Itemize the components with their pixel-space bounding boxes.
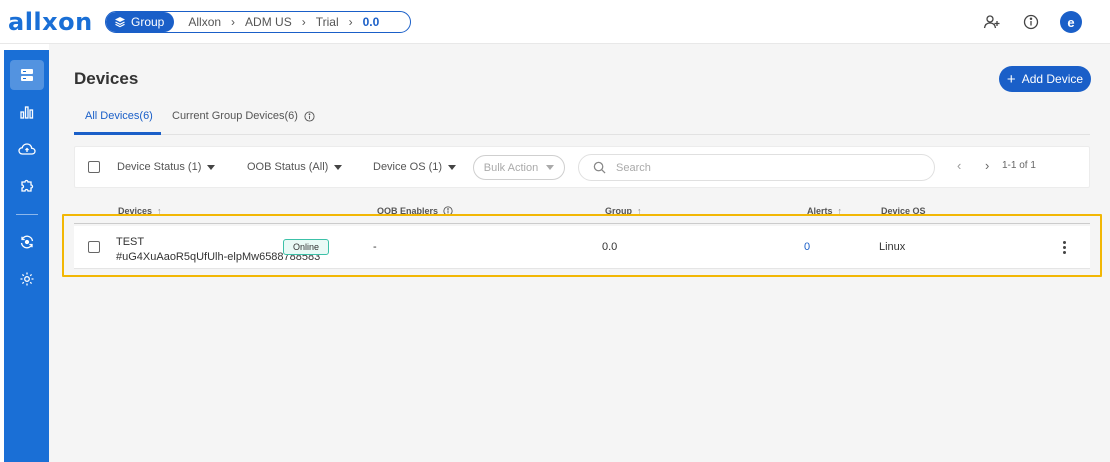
cloud-icon bbox=[17, 143, 36, 155]
sidebar-item-cloud[interactable] bbox=[4, 134, 49, 164]
puzzle-icon bbox=[20, 179, 33, 192]
status-badge: Online bbox=[283, 239, 330, 255]
bulk-action-button[interactable]: Bulk Action bbox=[473, 155, 565, 180]
chevron-right-icon: › bbox=[301, 15, 306, 29]
search-icon bbox=[593, 161, 606, 174]
filter-bar: Device Status (1) OOB Status (All) Devic… bbox=[74, 146, 1090, 188]
column-group[interactable]: Group ↑ bbox=[605, 206, 642, 216]
user-avatar[interactable]: e bbox=[1060, 11, 1082, 33]
breadcrumb-group-label: Group bbox=[131, 15, 165, 29]
sort-arrow-up-icon[interactable]: ↑ bbox=[838, 206, 843, 216]
column-devices[interactable]: Devices ↑ bbox=[118, 206, 162, 216]
device-status-label: Device Status (1) bbox=[117, 161, 202, 173]
sync-icon bbox=[20, 235, 33, 249]
column-alerts-label: Alerts bbox=[807, 206, 833, 216]
breadcrumb-item-trial[interactable]: Trial bbox=[310, 15, 345, 29]
prev-page-icon[interactable]: ‹ bbox=[957, 158, 961, 173]
tab-current-group-devices[interactable]: Current Group Devices(6) bbox=[172, 110, 315, 122]
active-tab-indicator bbox=[74, 132, 161, 135]
column-oob-enablers: OOB Enablers bbox=[377, 206, 453, 216]
device-os-label: Device OS (1) bbox=[373, 161, 443, 173]
search-input[interactable]: Search bbox=[616, 162, 651, 174]
device-tabs: All Devices(6) Current Group Devices(6) bbox=[74, 104, 1090, 135]
allxon-logo[interactable]: allxon bbox=[8, 8, 93, 36]
tab-current-group-label: Current Group Devices(6) bbox=[172, 110, 298, 122]
gear-icon bbox=[20, 272, 33, 286]
tab-all-devices[interactable]: All Devices(6) bbox=[85, 110, 153, 122]
chevron-right-icon: › bbox=[231, 15, 236, 29]
oob-status-label: OOB Status (All) bbox=[247, 161, 329, 173]
add-device-button[interactable]: + Add Device bbox=[999, 66, 1091, 92]
caret-down-icon bbox=[448, 164, 457, 170]
search-field[interactable]: Search bbox=[578, 154, 935, 181]
caret-down-icon bbox=[207, 164, 216, 170]
more-options-icon[interactable] bbox=[1063, 241, 1067, 254]
bar-chart-icon bbox=[19, 106, 33, 119]
row-checkbox[interactable] bbox=[88, 241, 100, 253]
sidebar-item-devices[interactable] bbox=[4, 60, 49, 90]
bulk-action-label: Bulk Action bbox=[483, 161, 539, 174]
sort-arrow-up-icon[interactable]: ↑ bbox=[637, 206, 642, 216]
breadcrumb-item-allxon[interactable]: Allxon bbox=[174, 15, 227, 29]
devices-icon bbox=[20, 69, 33, 81]
main-content: Devices + Add Device All Devices(6) Curr… bbox=[49, 44, 1110, 462]
group-value: 0.0 bbox=[602, 241, 618, 253]
add-user-icon[interactable] bbox=[982, 12, 1002, 32]
device-os-filter[interactable]: Device OS (1) bbox=[373, 161, 457, 173]
layers-icon bbox=[115, 17, 125, 28]
caret-down-icon bbox=[546, 165, 555, 170]
column-device-os-label: Device OS bbox=[881, 206, 926, 216]
table-header: Devices ↑ OOB Enablers Group ↑ Alerts ↑ … bbox=[74, 202, 1090, 224]
sidebar-item-updates[interactable] bbox=[4, 227, 49, 257]
next-page-icon[interactable]: › bbox=[985, 158, 989, 173]
column-group-label: Group bbox=[605, 206, 632, 216]
sidebar-divider bbox=[16, 214, 38, 215]
device-status-filter[interactable]: Device Status (1) bbox=[117, 161, 216, 173]
breadcrumb-current: 0.0 bbox=[362, 15, 380, 29]
tab-all-devices-label: All Devices(6) bbox=[85, 110, 153, 122]
info-icon[interactable] bbox=[1021, 12, 1041, 32]
sidebar-item-settings[interactable] bbox=[4, 264, 49, 294]
device-os-value: Linux bbox=[879, 241, 906, 253]
device-name[interactable]: TEST bbox=[116, 236, 144, 248]
info-icon[interactable] bbox=[443, 206, 453, 216]
oob-status-filter[interactable]: OOB Status (All) bbox=[247, 161, 343, 173]
table-row[interactable]: TEST #uG4XuAaoR5qUfUlh-elpMw6588788583 O… bbox=[74, 226, 1090, 269]
column-device-os: Device OS bbox=[881, 206, 926, 216]
breadcrumb-group-button[interactable]: Group bbox=[106, 12, 175, 32]
breadcrumb-item-adm-us[interactable]: ADM US bbox=[239, 15, 298, 29]
add-device-label: Add Device bbox=[1021, 72, 1084, 86]
breadcrumb: Group Allxon › ADM US › Trial › 0.0 bbox=[105, 11, 411, 33]
column-alerts[interactable]: Alerts ↑ bbox=[807, 206, 842, 216]
page-title: Devices bbox=[74, 69, 139, 88]
oob-enablers-value: - bbox=[373, 241, 377, 253]
column-devices-label: Devices bbox=[118, 206, 153, 216]
info-icon[interactable] bbox=[304, 110, 315, 122]
chevron-right-icon: › bbox=[348, 15, 353, 29]
select-all-checkbox[interactable] bbox=[88, 161, 100, 173]
sidebar bbox=[4, 50, 49, 462]
sidebar-item-plugins[interactable] bbox=[4, 171, 49, 201]
caret-down-icon bbox=[334, 164, 343, 170]
alerts-count-link[interactable]: 0 bbox=[804, 241, 810, 253]
sidebar-item-analytics[interactable] bbox=[4, 97, 49, 127]
top-bar: allxon Group Allxon › ADM US › Trial › 0… bbox=[0, 0, 1110, 44]
sort-arrow-up-icon[interactable]: ↑ bbox=[157, 206, 162, 216]
column-oob-label: OOB Enablers bbox=[377, 206, 439, 216]
pagination-text: 1-1 of 1 bbox=[1002, 160, 1036, 171]
plus-icon: + bbox=[1006, 70, 1016, 88]
